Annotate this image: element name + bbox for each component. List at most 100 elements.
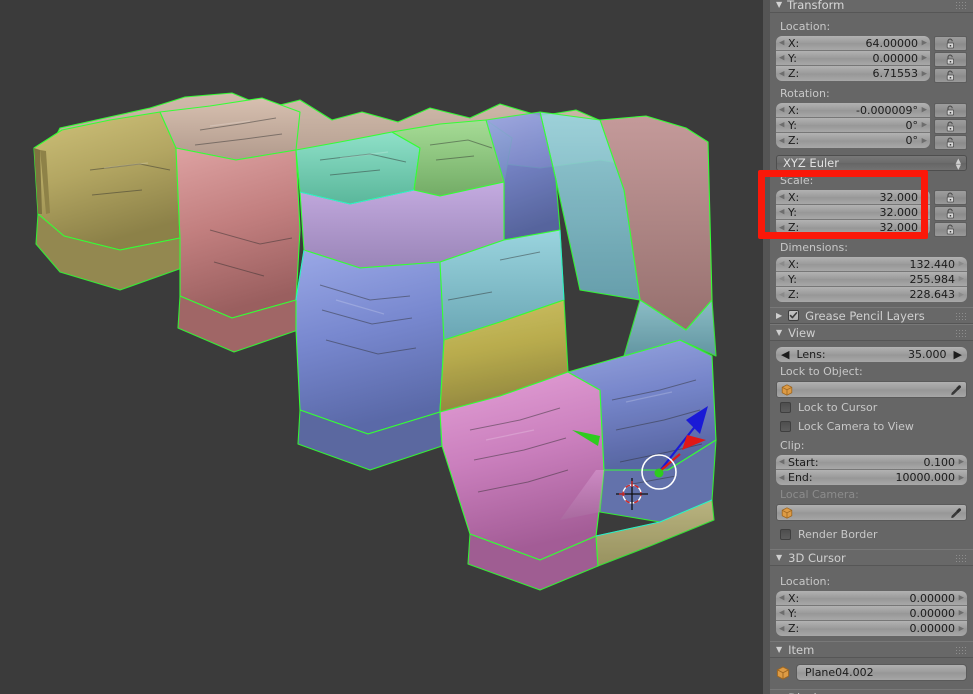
panel-grip-icon[interactable]: [956, 647, 967, 655]
panel-grip-icon[interactable]: [956, 2, 967, 10]
decrement-arrow-icon[interactable]: ◀: [779, 121, 784, 129]
increment-arrow-icon[interactable]: ▶: [922, 39, 927, 47]
increment-arrow-icon[interactable]: ▶: [954, 348, 962, 361]
cursor-z-field[interactable]: ◀ Z: 0.00000 ▶: [776, 621, 967, 636]
cursor-x-field[interactable]: ◀ X: 0.00000 ▶: [776, 591, 967, 606]
lock-scale-x-button[interactable]: [934, 190, 967, 205]
rotation-x-field[interactable]: ◀ X: -0.000009° ▶: [776, 103, 930, 118]
unlocked-padlock-icon: [946, 121, 955, 132]
local-camera-field[interactable]: [776, 504, 967, 521]
panel-title-view: View: [788, 325, 816, 340]
increment-arrow-icon[interactable]: ▶: [922, 106, 927, 114]
location-z-field[interactable]: ◀ Z: 6.71553 ▶: [776, 66, 930, 81]
dimensions-y-field[interactable]: ◀ Y: 255.984 ▶: [776, 272, 967, 287]
increment-arrow-icon[interactable]: ▶: [922, 224, 927, 231]
decrement-arrow-icon[interactable]: ◀: [779, 291, 784, 298]
increment-arrow-icon[interactable]: ▶: [922, 121, 927, 129]
decrement-arrow-icon[interactable]: ◀: [779, 106, 784, 114]
rotation-z-field[interactable]: ◀ Z: 0° ▶: [776, 133, 930, 148]
grease-pencil-checkbox[interactable]: [788, 310, 800, 321]
lens-field[interactable]: ◀ Lens: 35.000 ▶: [776, 347, 967, 362]
increment-arrow-icon[interactable]: ▶: [959, 260, 964, 268]
increment-arrow-icon[interactable]: ▶: [959, 609, 964, 617]
panel-title-transform: Transform: [787, 0, 845, 12]
lock-location-y-button[interactable]: [934, 52, 967, 67]
render-border-row[interactable]: Render Border: [776, 521, 967, 544]
decrement-arrow-icon[interactable]: ◀: [779, 208, 784, 216]
increment-arrow-icon[interactable]: ▶: [922, 208, 927, 216]
panel-grip-icon[interactable]: [956, 555, 967, 563]
lock-location-x-button[interactable]: [934, 36, 967, 51]
lock-rotation-z-button[interactable]: [934, 135, 967, 150]
decrement-arrow-icon[interactable]: ◀: [781, 348, 789, 361]
panel-header-grease-pencil-layers[interactable]: ▶ Grease Pencil Layers: [770, 307, 973, 324]
lock-rotation-y-button[interactable]: [934, 119, 967, 134]
sidebar-resize-edge[interactable]: [763, 0, 770, 694]
location-x-field[interactable]: ◀ X: 64.00000 ▶: [776, 36, 930, 51]
eyedropper-icon[interactable]: [950, 384, 962, 396]
panel-header-display[interactable]: ▶ Display: [770, 689, 973, 694]
location-label: Location:: [780, 20, 831, 33]
panel-grip-icon[interactable]: [956, 330, 967, 338]
lock-camera-to-view-row[interactable]: Lock Camera to View: [776, 417, 967, 436]
decrement-arrow-icon[interactable]: ◀: [779, 137, 784, 144]
increment-arrow-icon[interactable]: ▶: [959, 625, 964, 632]
chevron-down-icon: ▼: [776, 553, 783, 562]
decrement-arrow-icon[interactable]: ◀: [779, 625, 784, 632]
scale-z-field[interactable]: ◀ Z: 32.000 ▶: [776, 220, 930, 235]
rotation-mode-dropdown[interactable]: XYZ Euler ▲ ▼: [776, 155, 967, 171]
rotation-mode-value: XYZ Euler: [783, 156, 839, 170]
panel-header-3d-cursor[interactable]: ▼ 3D Cursor: [770, 549, 973, 566]
location-y-field[interactable]: ◀ Y: 0.00000 ▶: [776, 51, 930, 66]
panel-grip-icon[interactable]: [956, 313, 967, 321]
increment-arrow-icon[interactable]: ▶: [959, 458, 964, 466]
decrement-arrow-icon[interactable]: ◀: [779, 275, 784, 283]
lock-scale-z-button[interactable]: [934, 222, 967, 237]
clip-end-field[interactable]: ◀ End: 10000.000 ▶: [776, 470, 967, 485]
lock-scale-y-button[interactable]: [934, 206, 967, 221]
increment-arrow-icon[interactable]: ▶: [922, 54, 927, 62]
properties-sidebar[interactable]: ▼ Transform Location: ◀ X: 64.00000 ▶ ◀ …: [763, 0, 973, 694]
panel-header-transform[interactable]: ▼ Transform: [770, 0, 973, 13]
decrement-arrow-icon[interactable]: ◀: [779, 458, 784, 466]
3d-viewport[interactable]: [0, 0, 763, 694]
dimensions-x-field[interactable]: ◀ X: 132.440 ▶: [776, 257, 967, 272]
decrement-arrow-icon[interactable]: ◀: [779, 594, 784, 602]
decrement-arrow-icon[interactable]: ◀: [779, 39, 784, 47]
increment-arrow-icon[interactable]: ▶: [959, 474, 964, 481]
lock-to-object-label: Lock to Object:: [780, 365, 863, 378]
increment-arrow-icon[interactable]: ▶: [922, 137, 927, 144]
decrement-arrow-icon[interactable]: ◀: [779, 474, 784, 481]
render-border-checkbox[interactable]: [780, 529, 791, 540]
decrement-arrow-icon[interactable]: ◀: [779, 54, 784, 62]
unlocked-padlock-icon: [946, 224, 955, 235]
lock-location-z-button[interactable]: [934, 68, 967, 83]
eyedropper-icon[interactable]: [950, 507, 962, 519]
increment-arrow-icon[interactable]: ▶: [959, 291, 964, 298]
increment-arrow-icon[interactable]: ▶: [959, 275, 964, 283]
rotation-y-field[interactable]: ◀ Y: 0° ▶: [776, 118, 930, 133]
lock-to-cursor-checkbox[interactable]: [780, 402, 791, 413]
blender-window: ▼ Transform Location: ◀ X: 64.00000 ▶ ◀ …: [0, 0, 973, 694]
scale-x-field[interactable]: ◀ X: 32.000 ▶: [776, 190, 930, 205]
lock-rotation-x-button[interactable]: [934, 103, 967, 118]
dimensions-z-field[interactable]: ◀ Z: 228.643 ▶: [776, 287, 967, 302]
decrement-arrow-icon[interactable]: ◀: [779, 260, 784, 268]
checkmark-icon: [789, 312, 798, 319]
scale-y-field[interactable]: ◀ Y: 32.000 ▶: [776, 205, 930, 220]
lock-camera-to-view-checkbox[interactable]: [780, 421, 791, 432]
cursor-y-field[interactable]: ◀ Y: 0.00000 ▶: [776, 606, 967, 621]
decrement-arrow-icon[interactable]: ◀: [779, 609, 784, 617]
panel-header-item[interactable]: ▼ Item: [770, 641, 973, 658]
increment-arrow-icon[interactable]: ▶: [922, 70, 927, 77]
increment-arrow-icon[interactable]: ▶: [922, 193, 927, 201]
lock-to-cursor-row[interactable]: Lock to Cursor: [776, 398, 967, 417]
decrement-arrow-icon[interactable]: ◀: [779, 70, 784, 77]
clip-start-field[interactable]: ◀ Start: 0.100 ▶: [776, 455, 967, 470]
object-name-input[interactable]: Plane04.002: [796, 664, 967, 681]
decrement-arrow-icon[interactable]: ◀: [779, 193, 784, 201]
lock-to-object-field[interactable]: [776, 381, 967, 398]
increment-arrow-icon[interactable]: ▶: [959, 594, 964, 602]
decrement-arrow-icon[interactable]: ◀: [779, 224, 784, 231]
panel-header-view[interactable]: ▼ View: [770, 324, 973, 341]
